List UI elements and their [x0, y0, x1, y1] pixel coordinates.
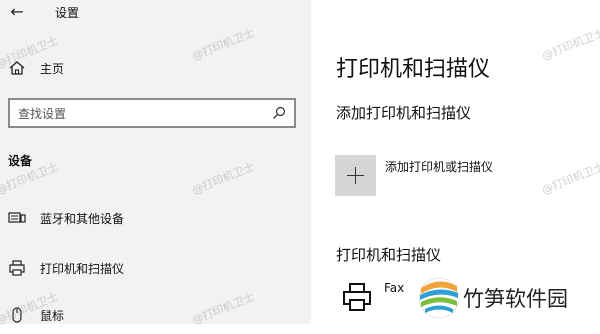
brand-logo-icon — [418, 277, 460, 319]
add-section-title: 添加打印机和扫描仪 — [336, 104, 472, 122]
brand-watermark: 竹笋软件园 — [411, 273, 600, 324]
title-bar: ← 设置 — [0, 0, 311, 28]
page-title: 打印机和扫描仪 — [336, 57, 491, 82]
printers-list-title: 打印机和扫描仪 — [336, 246, 442, 264]
sidebar-item-label: 打印机和扫描仪 — [40, 262, 125, 276]
bluetooth-devices-icon — [8, 212, 26, 223]
home-icon — [9, 61, 25, 75]
sidebar: ← 设置 主页 设备 蓝牙和其他设备 打印机和扫描仪 — [0, 0, 311, 324]
app-title: 设置 — [55, 6, 80, 20]
printer-icon — [9, 260, 25, 276]
sidebar-item-home[interactable]: 主页 — [0, 50, 311, 86]
add-printer-label[interactable]: 添加打印机或扫描仪 — [385, 158, 493, 175]
search-box[interactable] — [8, 98, 296, 128]
sidebar-item-label: 主页 — [40, 62, 65, 76]
printer-name[interactable]: Fax — [384, 281, 404, 295]
sidebar-item-mouse[interactable]: 鼠标 — [0, 298, 311, 334]
back-arrow-icon[interactable]: ← — [6, 2, 28, 22]
sidebar-item-label: 鼠标 — [40, 309, 65, 323]
search-icon[interactable] — [272, 106, 286, 120]
mouse-icon — [12, 307, 22, 323]
sidebar-item-printers[interactable]: 打印机和扫描仪 — [0, 250, 311, 286]
printer-icon[interactable] — [341, 282, 373, 312]
search-input[interactable] — [18, 105, 258, 123]
add-printer-button[interactable] — [335, 155, 376, 196]
sidebar-item-label: 蓝牙和其他设备 — [40, 212, 125, 226]
section-header-devices: 设备 — [8, 154, 33, 168]
brand-name: 竹笋软件园 — [463, 287, 568, 311]
sidebar-item-bluetooth[interactable]: 蓝牙和其他设备 — [0, 200, 311, 236]
